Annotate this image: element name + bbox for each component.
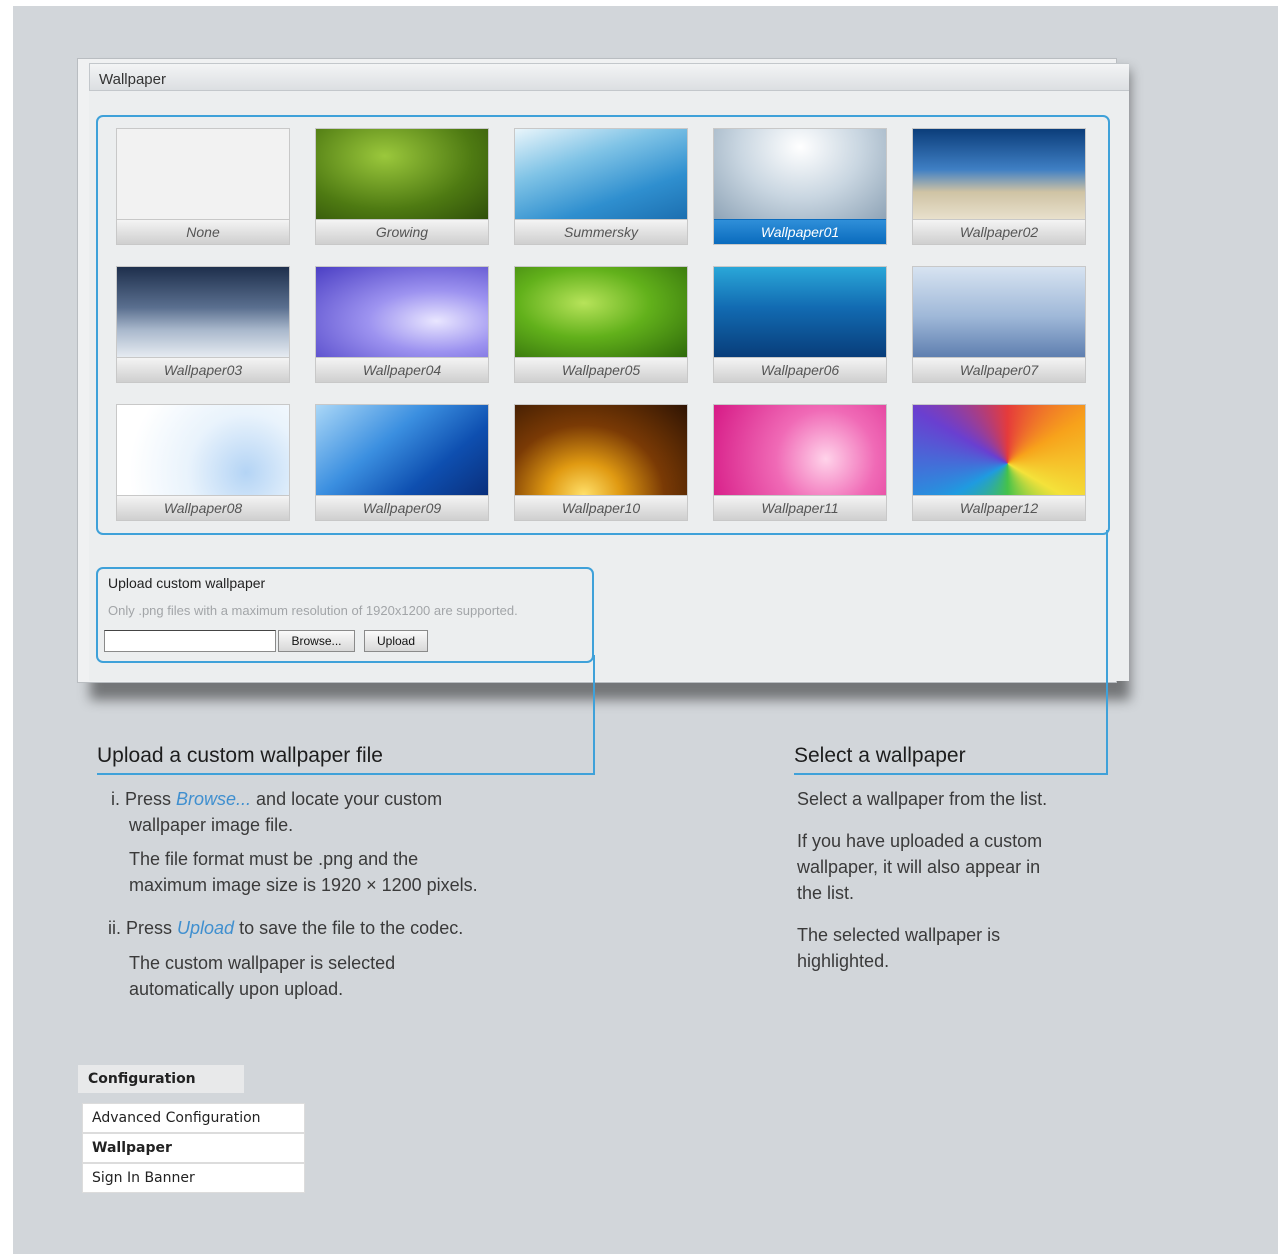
menu-item-sign-in-banner[interactable]: Sign In Banner — [82, 1163, 305, 1193]
menu-item-wallpaper[interactable]: Wallpaper — [82, 1133, 305, 1163]
upload-step-1: i. Press Browse... and locate your custo… — [111, 789, 443, 835]
upload-section-highlight — [96, 567, 594, 663]
config-menu-heading: Configuration — [78, 1065, 244, 1093]
menu-item-advanced-configuration[interactable]: Advanced Configuration — [82, 1103, 305, 1133]
select-callout-underline — [794, 773, 1108, 775]
upload-step-1-note: The file format must be .png and the max… — [129, 849, 478, 895]
upload-help-heading: Upload a custom wallpaper file — [97, 744, 383, 767]
upload-step-2-note: The custom wallpaper is selected automat… — [129, 953, 396, 999]
select-help-p3: The selected wallpaper is highlighted. — [797, 925, 1001, 971]
wallpaper-list-highlight — [96, 115, 1110, 535]
window-title: Wallpaper — [89, 63, 1129, 91]
select-callout-line — [1106, 530, 1108, 775]
upload-callout-line — [593, 655, 595, 775]
select-help-p2: If you have uploaded a custom wallpaper,… — [797, 831, 1043, 903]
select-help-heading: Select a wallpaper — [794, 744, 966, 767]
upload-callout-underline — [97, 773, 595, 775]
select-help-p1: Select a wallpaper from the list. — [797, 789, 1048, 809]
upload-step-2: ii. Press Upload to save the file to the… — [108, 918, 464, 938]
